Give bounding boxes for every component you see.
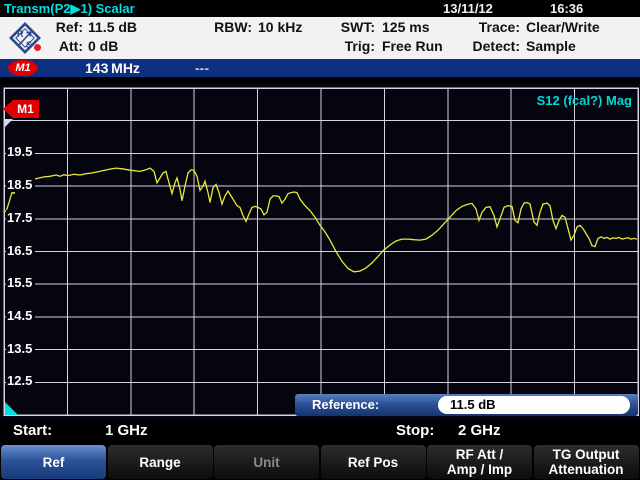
att-label: Att: <box>45 38 83 54</box>
marker-tick-icon <box>5 119 13 127</box>
y-axis-label: 18.5 <box>6 177 35 192</box>
stop-value: 2 GHz <box>458 422 501 439</box>
page-title: Transm(P2▶1) Scalar <box>4 1 135 17</box>
time-text: 16:36 <box>550 1 583 16</box>
rbw-value: 10 kHz <box>258 19 302 35</box>
detect-label: Detect: <box>462 38 520 54</box>
y-axis-label: 13.5 <box>6 341 35 356</box>
y-axis-label: 15.5 <box>6 275 35 290</box>
sweep-start-icon <box>5 402 18 415</box>
settings-panel: R S Ref: 11.5 dB Att: 0 dB RBW: 10 kHz S… <box>0 17 640 59</box>
rohde-schwarz-logo: R S <box>6 19 44 57</box>
instrument-screen: Transm(P2▶1) Scalar 13/11/12 16:36 R S R… <box>0 0 640 480</box>
trace-name-label: S12 (fcal?) Mag <box>537 93 632 108</box>
marker-m1-badge: M1 <box>8 60 38 76</box>
softkey-ref-pos[interactable]: Ref Pos <box>321 445 426 479</box>
trace-label: Trace: <box>462 19 520 35</box>
svg-text:S: S <box>26 40 32 50</box>
frequency-row: Start: 1 GHz Stop: 2 GHz <box>0 420 640 444</box>
y-axis-label: 16.5 <box>6 243 35 258</box>
softkey-ref[interactable]: Ref <box>1 445 106 479</box>
trace-value: Clear/Write <box>526 19 600 35</box>
ref-value: 11.5 dB <box>88 19 137 35</box>
attenuator-status-dot <box>34 44 41 51</box>
marker-value: --- <box>195 60 209 76</box>
title-bar: Transm(P2▶1) Scalar 13/11/12 16:36 <box>0 0 640 17</box>
reference-input[interactable]: 11.5 dB <box>438 396 630 414</box>
reference-entry-label: Reference: <box>312 397 379 412</box>
start-label: Start: <box>13 422 52 439</box>
svg-text:R: R <box>17 29 24 39</box>
softkey-unit[interactable]: Unit <box>214 445 319 479</box>
swt-value: 125 ms <box>382 19 429 35</box>
marker-flag[interactable]: M1 <box>12 100 39 118</box>
softkey-range[interactable]: Range <box>108 445 213 479</box>
trig-value: Free Run <box>382 38 443 54</box>
att-value: 0 dB <box>88 38 118 54</box>
reference-entry-box: Reference: 11.5 dB <box>295 394 638 416</box>
softkey-rf-att-amp-imp[interactable]: RF Att /Amp / Imp <box>427 445 532 479</box>
swt-label: SWT: <box>325 19 375 35</box>
marker-frequency: 143 MHz <box>85 60 140 76</box>
softkey-tg-output-attenuation[interactable]: TG OutputAttenuation <box>534 445 639 479</box>
y-axis-label: 14.5 <box>6 308 35 323</box>
measurement-graph: 19.5 18.5 17.5 16.5 15.5 14.5 13.5 12.5 S12 (fc… <box>0 84 640 420</box>
detect-value: Sample <box>526 38 576 54</box>
y-axis-label: 12.5 <box>6 373 35 388</box>
y-axis-label: 17.5 <box>6 210 35 225</box>
marker-readout-bar: M1 143 MHz --- <box>0 59 640 77</box>
stop-label: Stop: <box>396 422 434 439</box>
start-value: 1 GHz <box>105 422 148 439</box>
date-text: 13/11/12 <box>443 1 493 16</box>
plot-area <box>0 84 640 420</box>
softkey-bar: RefRangeUnitRef PosRF Att /Amp / ImpTG O… <box>0 444 640 480</box>
ref-label: Ref: <box>45 19 83 35</box>
trig-label: Trig: <box>325 38 375 54</box>
rbw-label: RBW: <box>200 19 252 35</box>
y-axis-label: 19.5 <box>6 144 35 159</box>
